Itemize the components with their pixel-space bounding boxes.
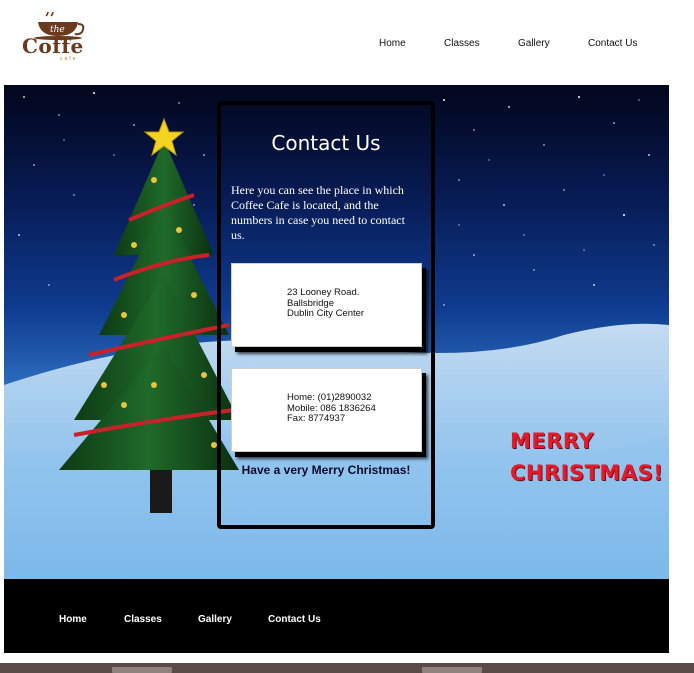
address-lines: 23 Looney Road. Ballsbridge Dublin City …: [287, 287, 365, 320]
site-header: the Coffe cafe Home Classes Gallery Cont…: [0, 0, 694, 85]
footer-gallery[interactable]: Gallery: [198, 614, 232, 625]
phone-lines: Home: (01)2890032 Mobile: 086 1836264 Fa…: [287, 392, 376, 425]
christmas-tree: [59, 117, 239, 513]
logo-sub: cafe: [60, 56, 78, 62]
site-footer: Home Classes Gallery Contact Us: [4, 579, 669, 653]
merry-line-2: CHRISTMAS!: [510, 461, 664, 485]
footer-contact-us[interactable]: Contact Us: [268, 614, 321, 625]
nav-gallery[interactable]: Gallery: [518, 38, 550, 49]
phone-home: Home: (01)2890032: [287, 392, 372, 403]
taskbar-button[interactable]: [422, 667, 482, 673]
page-title: Contact Us: [271, 131, 381, 155]
nav-home[interactable]: Home: [379, 38, 406, 49]
merry-christmas-text: MERRY CHRISTMAS!: [510, 425, 663, 489]
contact-intro-text: Here you can see the place in which Coff…: [231, 183, 405, 242]
phone-card: Home: (01)2890032 Mobile: 086 1836264 Fa…: [231, 368, 422, 452]
footer-home[interactable]: Home: [59, 614, 87, 625]
address-line-3: Dublin City Center: [287, 308, 365, 319]
nav-contact-us[interactable]: Contact Us: [588, 38, 637, 49]
christmas-greeting: Have a very Merry Christmas!: [241, 463, 411, 477]
address-line-1: 23 Looney Road.: [287, 287, 360, 298]
merry-line-1: MERRY: [510, 429, 595, 453]
address-card: 23 Looney Road. Ballsbridge Dublin City …: [231, 263, 422, 347]
top-nav: Home Classes Gallery Contact Us: [0, 38, 694, 54]
footer-classes[interactable]: Classes: [124, 614, 162, 625]
os-taskbar: [0, 663, 694, 673]
nav-classes[interactable]: Classes: [444, 38, 480, 49]
christmas-banner: Contact Us Here you can see the place in…: [4, 85, 669, 579]
contact-panel: Contact Us Here you can see the place in…: [217, 101, 435, 529]
phone-fax: Fax: 8774937: [287, 413, 346, 424]
taskbar-button[interactable]: [112, 667, 172, 673]
